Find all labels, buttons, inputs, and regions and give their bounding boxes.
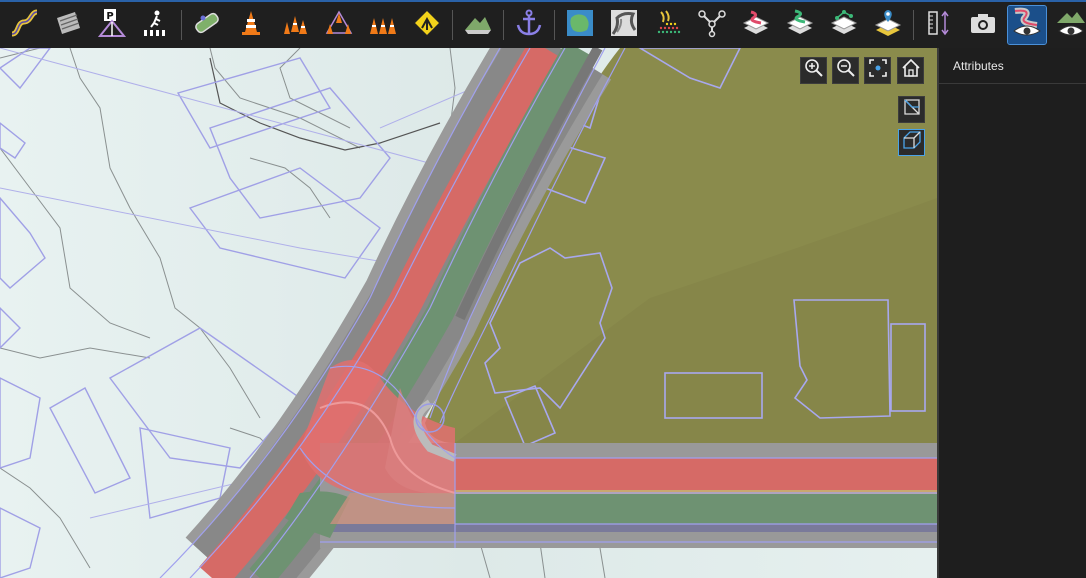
area-map-icon <box>565 8 595 43</box>
toolbar-separator <box>554 10 555 40</box>
camera-tool[interactable] <box>964 6 1002 44</box>
attributes-panel: Attributes <box>937 48 1086 578</box>
marker-layers-tool[interactable] <box>869 6 907 44</box>
cone-group-icon <box>324 8 354 43</box>
junction-tool[interactable] <box>693 6 731 44</box>
perspective-view-button[interactable] <box>898 96 925 123</box>
road-layers-icon <box>741 8 771 43</box>
lane-layers-icon <box>785 8 815 43</box>
cone-line-tool[interactable] <box>364 6 402 44</box>
road-layers-tool[interactable] <box>737 6 775 44</box>
warning-sign-icon <box>412 8 442 43</box>
measure-icon <box>924 8 954 43</box>
map-viewport[interactable] <box>0 48 937 578</box>
surface-stripes-icon <box>53 8 83 43</box>
app-window: P Attributes <box>0 0 1086 578</box>
surface-tool[interactable] <box>49 6 87 44</box>
anchor-icon <box>514 8 544 43</box>
terrain-tool[interactable] <box>459 6 497 44</box>
point-cloud-icon <box>653 8 683 43</box>
heightmap-icon <box>609 8 639 43</box>
home-icon <box>901 58 921 83</box>
toolbar: P <box>0 0 1086 48</box>
parking-icon: P <box>97 8 127 43</box>
camera-icon <box>968 8 998 43</box>
lane-layers-tool[interactable] <box>781 6 819 44</box>
crosswalk-tool[interactable] <box>137 6 175 44</box>
perspective-cube-icon <box>902 97 922 122</box>
top-view-button[interactable] <box>898 129 925 156</box>
terrain-visibility-tool[interactable] <box>1052 6 1086 44</box>
map-canvas[interactable] <box>0 48 937 578</box>
crosswalk-icon <box>141 8 171 43</box>
sidewalk-icon <box>192 8 222 43</box>
cone-row-tool[interactable] <box>276 6 314 44</box>
sign-tool[interactable] <box>408 6 446 44</box>
point-layers-tool[interactable] <box>825 6 863 44</box>
junction-icon <box>697 8 727 43</box>
heightmap-tool[interactable] <box>605 6 643 44</box>
zoom-in-button[interactable] <box>800 57 827 84</box>
anchor-tool[interactable] <box>510 6 548 44</box>
top-view-cube-icon <box>902 130 922 155</box>
zoom-in-icon <box>804 58 824 83</box>
cone-line-icon <box>368 8 398 43</box>
cone-row-icon <box>280 8 310 43</box>
focus-icon <box>868 58 888 83</box>
sidewalk-tool[interactable] <box>188 6 226 44</box>
road-eye-icon <box>1011 7 1043 44</box>
toolbar-separator <box>181 10 182 40</box>
toolbar-separator <box>452 10 453 40</box>
measure-tool[interactable] <box>920 6 958 44</box>
cone-group-tool[interactable] <box>320 6 358 44</box>
terrain-eye-icon <box>1055 7 1086 44</box>
marker-layers-icon <box>873 8 903 43</box>
zoom-out-icon <box>836 58 856 83</box>
road-curve-icon <box>9 8 39 43</box>
zoom-out-button[interactable] <box>832 57 859 84</box>
point-layers-icon <box>829 8 859 43</box>
road-visibility-tool[interactable] <box>1007 5 1047 45</box>
attributes-panel-title: Attributes <box>939 48 1086 84</box>
traffic-cone-icon <box>236 8 266 43</box>
terrain-icon <box>463 8 493 43</box>
home-view-button[interactable] <box>897 57 924 84</box>
toolbar-separator <box>913 10 914 40</box>
focus-selection-button[interactable] <box>864 57 891 84</box>
cone-tool[interactable] <box>232 6 270 44</box>
toolbar-separator <box>503 10 504 40</box>
parking-tool[interactable]: P <box>93 6 131 44</box>
point-cloud-tool[interactable] <box>649 6 687 44</box>
road-tool[interactable] <box>5 6 43 44</box>
area-tool[interactable] <box>561 6 599 44</box>
